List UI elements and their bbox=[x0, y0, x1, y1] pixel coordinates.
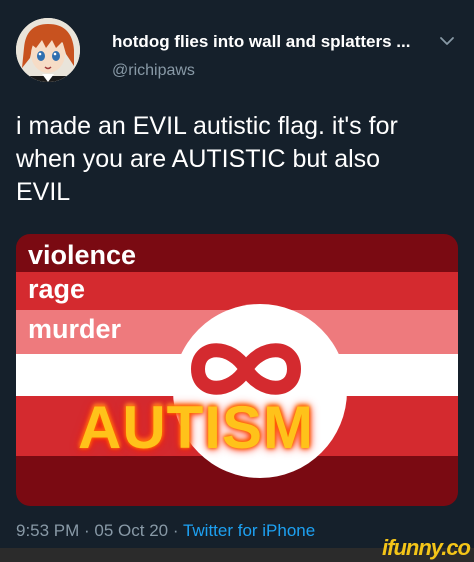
tweet-text-line: EVIL bbox=[16, 178, 71, 206]
tweet-text-line: when you are AUTISTIC but also bbox=[16, 145, 381, 173]
flag-label-rage: rage bbox=[28, 274, 86, 304]
tweet-text-line: i made an EVIL autistic flag. it's for bbox=[16, 112, 398, 140]
chevron-down-icon[interactable] bbox=[438, 32, 456, 50]
display-name[interactable]: hotdog flies into wall and splatters ... bbox=[112, 32, 410, 52]
tweet-text: i made an EVIL autistic flag. it's for w… bbox=[16, 110, 464, 209]
user-handle[interactable]: @richipaws bbox=[112, 62, 195, 80]
tweet-header: hotdog flies into wall and splatters ...… bbox=[12, 10, 462, 88]
ifunny-watermark: ifunny.co bbox=[382, 535, 471, 560]
tweet-timestamp[interactable]: 9:53 PM · 05 Oct 20 · bbox=[16, 521, 183, 540]
tweet-source-link[interactable]: Twitter for iPhone bbox=[183, 521, 315, 540]
flag-label-murder: murder bbox=[28, 314, 122, 344]
tweet-media-image[interactable]: violence rage murder AUTISM bbox=[16, 234, 458, 506]
tweet-meta: 9:53 PM · 05 Oct 20 · Twitter for iPhone bbox=[16, 521, 315, 541]
avatar[interactable] bbox=[16, 18, 80, 82]
flag-label-violence: violence bbox=[28, 240, 137, 270]
autism-fire-text: AUTISM bbox=[78, 394, 314, 461]
anime-avatar-icon bbox=[16, 18, 80, 82]
